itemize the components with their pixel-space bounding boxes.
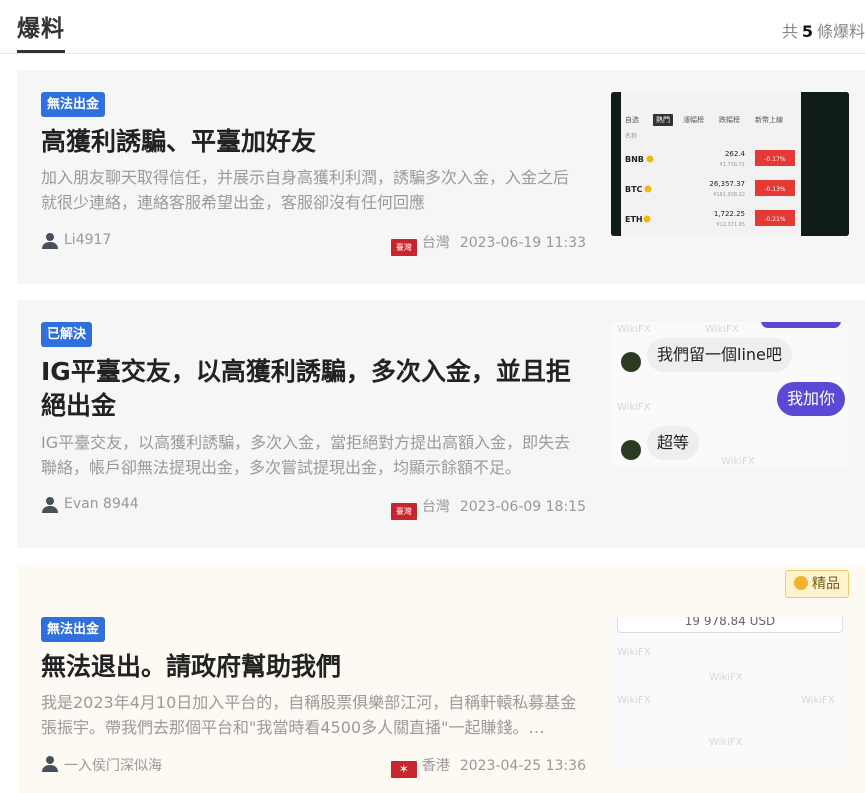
card-thumbnail[interactable]: 19 978.84 USD WikiFX WikiFX WikiFX WikiF… bbox=[611, 617, 849, 767]
thumb-sub: ¥12,371.65 bbox=[716, 222, 745, 228]
count-value: 5 bbox=[801, 22, 813, 41]
user-icon bbox=[42, 756, 58, 772]
watermark: WikiFX bbox=[617, 647, 651, 658]
region-name: 台灣 bbox=[421, 235, 450, 251]
amount-field: 19 978.84 USD bbox=[617, 617, 843, 633]
card-thumbnail[interactable]: WikiFX WikiFX WikiFX WikiFX 我們留一個line吧 我… bbox=[611, 322, 849, 466]
post-date: 2023-06-09 18:15 bbox=[459, 499, 586, 515]
card-thumbnail[interactable]: 自选 熱門 漲幅榜 跌幅榜 新幣上線 名称 BNB 262.4 ¥1,738.7… bbox=[611, 92, 849, 236]
card-description: 我是2023年4月10日加入平台的，自稱股票俱樂部江河，自稱軒轅私募基金張振宇。… bbox=[41, 693, 577, 737]
tab-underline bbox=[17, 50, 65, 53]
thumb-tab: 跌幅榜 bbox=[719, 115, 740, 124]
thumb-sub: ¥1,738.71 bbox=[720, 162, 745, 168]
watermark: WikiFX bbox=[705, 324, 739, 335]
user-name[interactable]: Evan 8944 bbox=[64, 496, 139, 512]
card-title[interactable]: 無法退出。請政府幫助我們 bbox=[41, 650, 581, 684]
watermark: WikiFX bbox=[617, 324, 651, 335]
exposure-card[interactable]: 無法出金 高獲利誘騙、平臺加好友 加入朋友聊天取得信任，并展示自身高獲利利潤，誘… bbox=[17, 70, 865, 284]
thumb-change: -0.17% bbox=[764, 156, 786, 163]
status-badge: 已解決 bbox=[41, 322, 93, 347]
watermark: WikiFX bbox=[709, 672, 743, 683]
thumb-tab: 自选 bbox=[625, 115, 639, 124]
hongkong-flag-icon: ✶ bbox=[390, 761, 417, 778]
watermark: WikiFX bbox=[617, 695, 651, 706]
page-header: 爆料 共 5 條爆料 bbox=[0, 0, 865, 54]
status-badge: 無法出金 bbox=[41, 92, 106, 117]
chat-message: 超等 bbox=[647, 426, 700, 460]
region-name: 香港 bbox=[421, 758, 450, 774]
premium-label: 精品 bbox=[812, 576, 840, 592]
post-date: 2023-04-25 13:36 bbox=[459, 758, 586, 774]
chat-message: 我們留一個line吧 bbox=[647, 338, 792, 372]
chat-message: 我加你 bbox=[777, 382, 846, 416]
thumb-column: 名称 bbox=[625, 132, 637, 140]
card-meta: Evan 8944 臺灣 台灣 2023-06-09 18:15 bbox=[41, 494, 586, 520]
watermark: WikiFX bbox=[709, 737, 743, 748]
status-badge: 無法出金 bbox=[41, 617, 106, 642]
chat-avatar bbox=[621, 440, 641, 460]
thumb-sub: ¥181,938.22 bbox=[713, 192, 745, 198]
card-description: 加入朋友聊天取得信任，并展示自身高獲利利潤，誘騙多次入金，入金之后就很少連絡，連… bbox=[41, 168, 570, 212]
thumb-coin: BTC bbox=[625, 185, 643, 194]
thumb-price: 1,722.25 bbox=[714, 210, 745, 218]
user-name[interactable]: 一入侯门深似海 bbox=[64, 755, 162, 775]
card-meta: Li4917 臺灣 台灣 2023-06-19 11:33 bbox=[41, 230, 586, 256]
watermark: WikiFX bbox=[801, 695, 835, 706]
watermark: WikiFX bbox=[617, 402, 651, 413]
thumb-tab: 漲幅榜 bbox=[683, 115, 704, 124]
medal-icon bbox=[794, 576, 808, 590]
thumb-change: -0.21% bbox=[764, 216, 786, 223]
taiwan-flag-icon: 臺灣 bbox=[390, 239, 417, 256]
thumb-coin: BNB bbox=[625, 155, 644, 164]
thumb-change: -0.13% bbox=[764, 186, 786, 193]
thumb-tab: 新幣上線 bbox=[755, 115, 783, 124]
thumb-tab: 熱門 bbox=[656, 115, 670, 124]
user-icon bbox=[42, 497, 58, 513]
thumb-price: 262.4 bbox=[725, 150, 746, 158]
card-title[interactable]: IG平臺交友，以高獲利誘騙，多次入金，並且拒絕出金 bbox=[41, 355, 581, 423]
exposure-card[interactable]: 精品 無法出金 無法退出。請政府幫助我們 我是2023年4月10日加入平台的，自… bbox=[17, 565, 865, 793]
chat-bubble-partial bbox=[761, 322, 841, 328]
region-info: 臺灣 台灣 2023-06-19 11:33 bbox=[390, 232, 586, 256]
taiwan-flag-icon: 臺灣 bbox=[390, 503, 417, 520]
exposure-count: 共 5 條爆料 bbox=[782, 18, 865, 42]
region-name: 台灣 bbox=[421, 499, 450, 515]
card-title[interactable]: 高獲利誘騙、平臺加好友 bbox=[41, 125, 581, 159]
thumb-price: 26,357.37 bbox=[709, 180, 745, 188]
premium-badge: 精品 bbox=[785, 570, 849, 598]
watermark: WikiFX bbox=[721, 456, 755, 466]
card-meta: 一入侯门深似海 ✶ 香港 2023-04-25 13:36 bbox=[41, 753, 586, 778]
crypto-app-screenshot: 自选 熱門 漲幅榜 跌幅榜 新幣上線 名称 BNB 262.4 ¥1,738.7… bbox=[611, 92, 849, 236]
chat-avatar bbox=[621, 352, 641, 372]
exposure-card[interactable]: 已解決 IG平臺交友，以高獲利誘騙，多次入金，並且拒絕出金 IG平臺交友，以高獲… bbox=[17, 300, 865, 548]
tab-exposure[interactable]: 爆料 bbox=[17, 9, 65, 43]
count-suffix: 條爆料 bbox=[816, 22, 865, 41]
count-prefix: 共 bbox=[781, 22, 798, 41]
region-info: 臺灣 台灣 2023-06-09 18:15 bbox=[390, 496, 586, 520]
post-date: 2023-06-19 11:33 bbox=[459, 235, 586, 251]
card-description: IG平臺交友，以高獲利誘騙，多次入金，當拒絕對方提出高額入金，即失去聯絡，帳戶卻… bbox=[41, 433, 571, 477]
thumb-coin: ETH bbox=[625, 215, 643, 224]
user-name[interactable]: Li4917 bbox=[64, 232, 111, 248]
user-icon bbox=[42, 233, 58, 249]
region-info: ✶ 香港 2023-04-25 13:36 bbox=[390, 755, 586, 778]
